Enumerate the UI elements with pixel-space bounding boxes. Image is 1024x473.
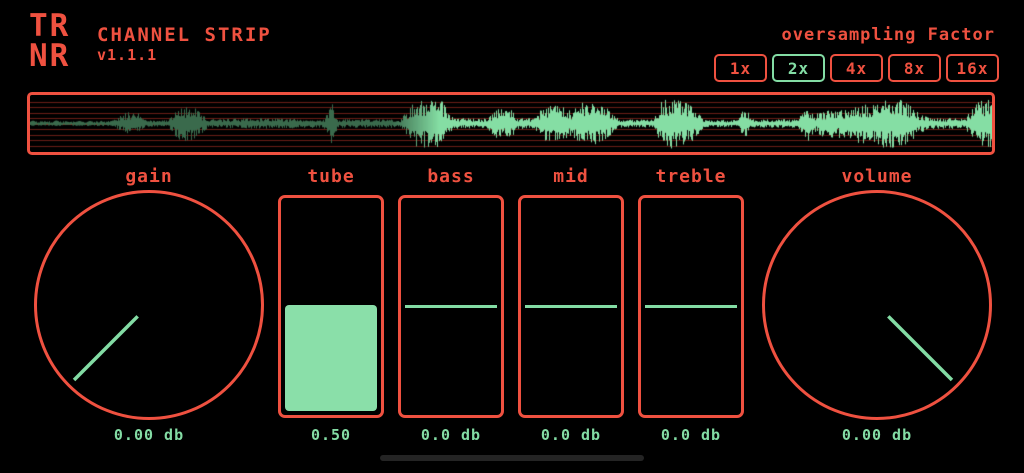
oversampling-1x-button[interactable]: 1x xyxy=(714,54,767,82)
oversampling-2x-button[interactable]: 2x xyxy=(772,54,825,82)
bass-slider-line xyxy=(405,304,497,308)
oversampling-factor-label: oversampling Factor xyxy=(781,25,995,45)
tube-value: 0.50 xyxy=(310,426,352,444)
mid-label: mid xyxy=(553,166,589,187)
tube-slider-fill xyxy=(285,304,377,411)
oversampling-8x-button[interactable]: 8x xyxy=(888,54,941,82)
oversampling-16x-button[interactable]: 16x xyxy=(946,54,999,82)
channel-strip-window: TR NR CHANNEL STRIP v1.1.1 oversampling … xyxy=(0,0,1024,473)
mid-slider-line xyxy=(525,304,617,308)
volume-knob[interactable] xyxy=(762,190,992,420)
plugin-version: v1.1.1 xyxy=(97,46,158,64)
trnr-logo: TR NR xyxy=(29,8,71,74)
volume-label: volume xyxy=(841,166,913,187)
treble-slider[interactable] xyxy=(638,195,744,418)
oversampling-button-group: 1x 2x 4x 8x 16x xyxy=(714,54,999,82)
logo-line-2: NR xyxy=(29,38,71,74)
gain-value: 0.00 db xyxy=(113,426,185,444)
treble-label: treble xyxy=(655,166,727,187)
waveform-canvas xyxy=(30,95,992,152)
volume-value: 0.00 db xyxy=(841,426,913,444)
mid-value: 0.0 db xyxy=(540,426,602,444)
bass-slider[interactable] xyxy=(398,195,504,418)
mid-slider[interactable] xyxy=(518,195,624,418)
treble-value: 0.0 db xyxy=(660,426,722,444)
logo-line-1: TR xyxy=(29,8,71,44)
tube-slider[interactable] xyxy=(278,195,384,418)
gain-label: gain xyxy=(125,166,173,187)
tube-label: tube xyxy=(307,166,355,187)
gain-knob[interactable] xyxy=(34,190,264,420)
oversampling-4x-button[interactable]: 4x xyxy=(830,54,883,82)
plugin-title: CHANNEL STRIP xyxy=(97,24,272,46)
treble-slider-line xyxy=(645,304,737,308)
bass-label: bass xyxy=(427,166,475,187)
waveform-display xyxy=(27,92,995,155)
bass-value: 0.0 db xyxy=(420,426,482,444)
knob-pointer xyxy=(887,315,954,382)
knob-pointer xyxy=(72,315,139,382)
bottom-drag-handle[interactable] xyxy=(380,455,644,461)
